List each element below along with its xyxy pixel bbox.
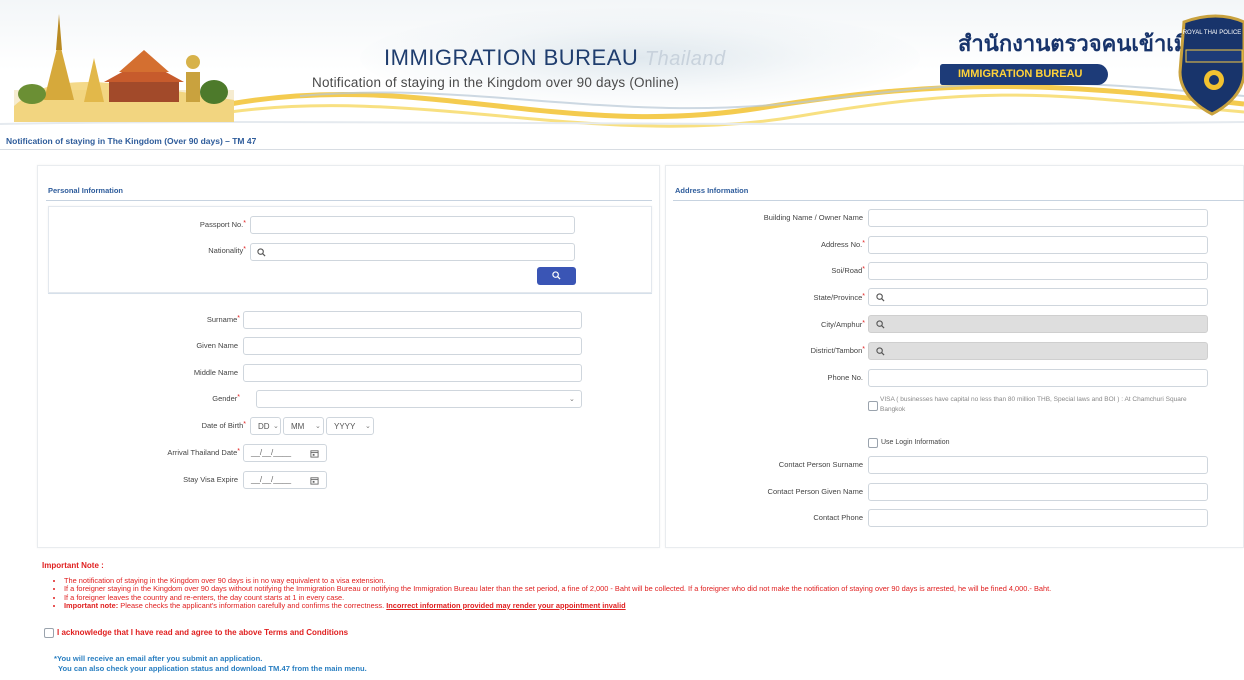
dob-day-select[interactable]: DD ⌄ — [250, 417, 281, 435]
contact-phone-label: Contact Phone — [813, 513, 863, 522]
middle-name-input[interactable] — [243, 364, 582, 382]
district-select[interactable] — [868, 342, 1208, 360]
page-breadcrumb: Notification of staying in The Kingdom (… — [6, 136, 257, 146]
building-input[interactable] — [868, 209, 1208, 227]
chevron-down-icon: ⌄ — [569, 396, 575, 403]
immigration-badge: IMMIGRATION BUREAU — [940, 64, 1108, 85]
arrival-date-label: Arrival Thailand Date* — [167, 448, 240, 457]
email-info-line1: *You will receive an email after you sub… — [54, 654, 263, 663]
personal-title-rule — [46, 200, 652, 201]
important-note-title: Important Note : — [42, 561, 104, 570]
search-icon — [876, 320, 885, 329]
header-banner: IMMIGRATION BUREAU Thailand Notification… — [0, 0, 1244, 128]
calendar-icon[interactable] — [310, 476, 319, 485]
stay-visa-label: Stay Visa Expire — [183, 475, 238, 484]
nationality-label: Nationality* — [208, 246, 246, 255]
search-icon — [876, 293, 885, 302]
search-icon — [876, 347, 885, 356]
address-info-title: Address Information — [675, 186, 749, 195]
city-label: City/Amphur* — [821, 320, 865, 329]
surname-label: Surname* — [206, 315, 240, 324]
visa-note-text: VISA ( businesses have capital no less t… — [880, 396, 1187, 413]
middle-name-label: Middle Name — [193, 368, 238, 377]
district-label: District/Tambon* — [810, 346, 865, 355]
chevron-down-icon: ⌄ — [273, 423, 279, 430]
passport-input[interactable] — [250, 216, 575, 234]
contact-surname-label: Contact Person Surname — [778, 460, 863, 469]
soi-input[interactable] — [868, 262, 1208, 280]
phone-label: Phone No. — [827, 373, 863, 382]
use-login-checkbox[interactable] — [868, 438, 878, 448]
contact-given-input[interactable] — [868, 483, 1208, 501]
banner-subtitle: Notification of staying in the Kingdom o… — [312, 75, 679, 90]
passport-search-button[interactable] — [537, 267, 576, 285]
important-note-bold: Important note: — [64, 600, 119, 610]
address-no-label: Address No.* — [820, 240, 865, 249]
calendar-icon[interactable] — [310, 449, 319, 458]
stay-visa-input[interactable]: __/__/____ — [243, 471, 327, 489]
chevron-down-icon: ⌄ — [365, 423, 371, 430]
soi-label: Soi/Road* — [831, 266, 865, 275]
breadcrumb-divider — [0, 149, 1244, 150]
search-icon — [552, 271, 561, 280]
contact-given-label: Contact Person Given Name — [767, 487, 863, 496]
city-select[interactable] — [868, 315, 1208, 333]
chevron-down-icon: ⌄ — [315, 423, 321, 430]
svg-text:ROYAL THAI POLICE: ROYAL THAI POLICE — [1183, 30, 1242, 36]
stay-visa-placeholder: __/__/____ — [251, 475, 292, 484]
arrival-date-input[interactable]: __/__/____ — [243, 444, 327, 462]
terms-label: I acknowledge that I have read and agree… — [57, 628, 349, 637]
important-note-text: Please checks the applicant's informatio… — [120, 600, 385, 610]
banner-title: IMMIGRATION BUREAU Thailand — [384, 45, 726, 70]
visa-checkbox[interactable] — [868, 401, 878, 411]
building-label: Building Name / Owner Name — [763, 213, 863, 222]
dob-year-select[interactable]: YYYY ⌄ — [326, 417, 374, 435]
email-info-line2: You can also check your application stat… — [58, 663, 367, 673]
state-label: State/Province* — [813, 293, 865, 302]
search-icon — [257, 248, 266, 257]
dob-month-select[interactable]: MM ⌄ — [283, 417, 324, 435]
personal-info-title: Personal Information — [48, 186, 124, 195]
phone-input[interactable] — [868, 369, 1208, 387]
banner-country: Thailand — [644, 48, 726, 70]
terms-checkbox[interactable] — [44, 628, 54, 638]
police-seal-logo: ROYAL THAI POLICE — [1178, 14, 1244, 116]
nationality-select[interactable] — [250, 243, 575, 261]
contact-surname-input[interactable] — [868, 456, 1208, 474]
use-login-label: Use Login Information — [881, 439, 950, 446]
lookup-bottom-rule — [48, 293, 652, 294]
given-name-input[interactable] — [243, 337, 582, 355]
temple-illustration — [14, 14, 234, 122]
arrival-date-placeholder: __/__/____ — [251, 448, 292, 457]
important-note-warning: Incorrect information provided may rende… — [386, 600, 626, 610]
passport-label: Passport No.* — [199, 220, 246, 229]
contact-phone-input[interactable] — [868, 509, 1208, 527]
given-name-label: Given Name — [196, 341, 238, 350]
address-no-input[interactable] — [868, 236, 1208, 254]
important-note-list: The notification of staying in the Kingd… — [64, 576, 1234, 610]
dob-label: Date of Birth* — [201, 421, 246, 430]
list-item: Important note: Please checks the applic… — [64, 600, 1234, 610]
gender-label: Gender* — [212, 394, 240, 403]
surname-input[interactable] — [243, 311, 582, 329]
thai-agency-title: สำนักงานตรวจคนเข้าเมือง — [958, 31, 1213, 56]
gender-select[interactable]: ⌄ — [256, 390, 582, 408]
email-info: *You will receive an email after you sub… — [54, 654, 367, 673]
address-title-rule — [673, 200, 1244, 201]
state-select[interactable] — [868, 288, 1208, 306]
